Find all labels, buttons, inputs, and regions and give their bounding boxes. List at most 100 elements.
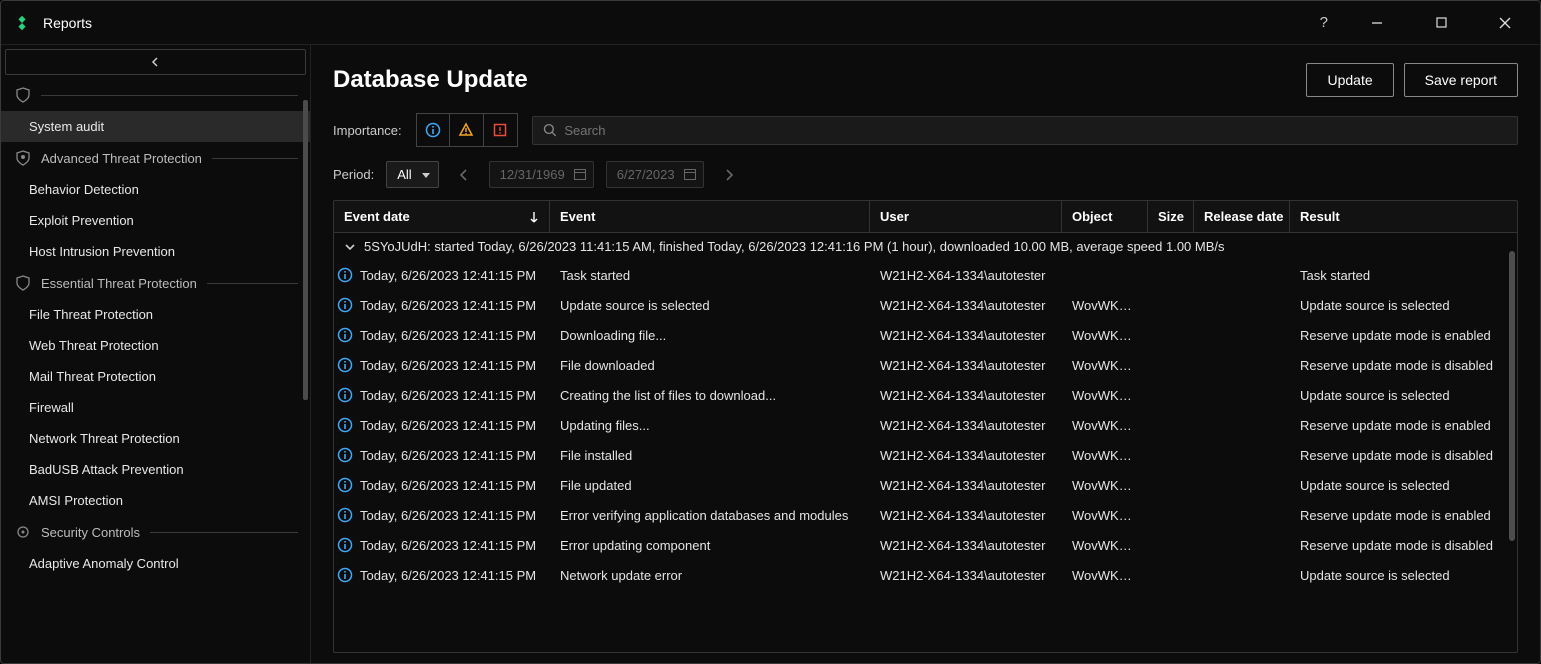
importance-warning-toggle[interactable] bbox=[450, 113, 484, 147]
column-header-release-date[interactable]: Release date bbox=[1194, 201, 1290, 232]
sidebar-collapse-button[interactable] bbox=[5, 49, 306, 75]
cell-object: WovWK7GA bbox=[1062, 380, 1148, 411]
cell-object: WovWK7GA bbox=[1062, 290, 1148, 321]
date-to-value: 6/27/2023 bbox=[617, 167, 675, 182]
info-icon bbox=[334, 267, 356, 283]
sidebar-item[interactable]: Web Threat Protection bbox=[1, 330, 310, 361]
column-header-event-date[interactable]: Event date bbox=[334, 201, 550, 232]
close-button[interactable] bbox=[1482, 8, 1528, 38]
cell-event: File installed bbox=[550, 440, 870, 471]
cell-object: WovWK7GA bbox=[1062, 410, 1148, 441]
period-label: Period: bbox=[333, 167, 374, 182]
info-icon bbox=[334, 417, 356, 433]
sidebar-scrollbar[interactable] bbox=[303, 100, 308, 400]
minimize-button[interactable] bbox=[1354, 8, 1400, 38]
table-row[interactable]: Today, 6/26/2023 12:41:15 PMDownloading … bbox=[334, 320, 1517, 350]
table-row[interactable]: Today, 6/26/2023 12:41:15 PMUpdate sourc… bbox=[334, 290, 1517, 320]
table-row[interactable]: Today, 6/26/2023 12:41:15 PMNetwork upda… bbox=[334, 560, 1517, 590]
importance-critical-toggle[interactable] bbox=[484, 113, 518, 147]
table-row[interactable]: Today, 6/26/2023 12:41:15 PMCreating the… bbox=[334, 380, 1517, 410]
table-row[interactable]: Today, 6/26/2023 12:41:15 PMFile updated… bbox=[334, 470, 1517, 500]
column-header-result[interactable]: Result bbox=[1290, 201, 1517, 232]
section-icon bbox=[15, 524, 31, 540]
cell-user: W21H2-X64-1334\autotester bbox=[870, 560, 1062, 591]
sidebar-item[interactable]: Firewall bbox=[1, 392, 310, 423]
period-prev-button[interactable] bbox=[451, 165, 477, 185]
sidebar-section-header: Essential Threat Protection bbox=[1, 267, 310, 299]
importance-info-toggle[interactable] bbox=[416, 113, 450, 147]
table-scrollbar[interactable] bbox=[1509, 251, 1515, 541]
cell-event: File updated bbox=[550, 470, 870, 501]
table-row[interactable]: Today, 6/26/2023 12:41:15 PMError verify… bbox=[334, 500, 1517, 530]
info-icon bbox=[334, 477, 356, 493]
section-icon bbox=[15, 275, 31, 291]
cell-size bbox=[1148, 507, 1194, 523]
cell-event-date: Today, 6/26/2023 12:41:15 PM bbox=[356, 500, 550, 531]
column-header-user[interactable]: User bbox=[870, 201, 1062, 232]
cell-release bbox=[1194, 567, 1290, 583]
sidebar-item[interactable]: Adaptive Anomaly Control bbox=[1, 548, 310, 579]
cell-release bbox=[1194, 357, 1290, 373]
column-header-event[interactable]: Event bbox=[550, 201, 870, 232]
info-icon bbox=[334, 567, 356, 583]
date-from-input[interactable]: 12/31/1969 bbox=[489, 161, 594, 188]
cell-size bbox=[1148, 417, 1194, 433]
help-button[interactable]: ? bbox=[1312, 10, 1336, 35]
sidebar-section-header bbox=[1, 79, 310, 111]
period-next-button[interactable] bbox=[716, 165, 742, 185]
cell-event-date: Today, 6/26/2023 12:41:15 PM bbox=[356, 260, 550, 291]
divider bbox=[207, 283, 298, 284]
sidebar-item[interactable]: Mail Threat Protection bbox=[1, 361, 310, 392]
info-icon bbox=[334, 327, 356, 343]
group-row[interactable]: 5SYoJUdH: started Today, 6/26/2023 11:41… bbox=[334, 233, 1517, 260]
table-row[interactable]: Today, 6/26/2023 12:41:15 PMFile install… bbox=[334, 440, 1517, 470]
cell-event: File downloaded bbox=[550, 350, 870, 381]
divider bbox=[212, 158, 298, 159]
table-row[interactable]: Today, 6/26/2023 12:41:15 PMUpdating fil… bbox=[334, 410, 1517, 440]
sidebar-item[interactable]: File Threat Protection bbox=[1, 299, 310, 330]
update-button[interactable]: Update bbox=[1306, 63, 1393, 97]
section-label: Essential Threat Protection bbox=[41, 276, 197, 291]
cell-size bbox=[1148, 477, 1194, 493]
cell-release bbox=[1194, 327, 1290, 343]
table-row[interactable]: Today, 6/26/2023 12:41:15 PMError updati… bbox=[334, 530, 1517, 560]
cell-user: W21H2-X64-1334\autotester bbox=[870, 320, 1062, 351]
cell-event: Creating the list of files to download..… bbox=[550, 380, 870, 411]
cell-size bbox=[1148, 267, 1194, 283]
maximize-button[interactable] bbox=[1418, 8, 1464, 38]
section-label: Advanced Threat Protection bbox=[41, 151, 202, 166]
chevron-down-icon bbox=[344, 241, 356, 253]
cell-user: W21H2-X64-1334\autotester bbox=[870, 470, 1062, 501]
period-select[interactable]: All bbox=[386, 161, 438, 188]
section-label: Security Controls bbox=[41, 525, 140, 540]
sidebar-item[interactable]: Host Intrusion Prevention bbox=[1, 236, 310, 267]
date-to-input[interactable]: 6/27/2023 bbox=[606, 161, 704, 188]
cell-event-date: Today, 6/26/2023 12:41:15 PM bbox=[356, 530, 550, 561]
cell-size bbox=[1148, 327, 1194, 343]
sidebar-section-header: Security Controls bbox=[1, 516, 310, 548]
column-header-object[interactable]: Object bbox=[1062, 201, 1148, 232]
sidebar-item[interactable]: Exploit Prevention bbox=[1, 205, 310, 236]
sidebar-item[interactable]: Network Threat Protection bbox=[1, 423, 310, 454]
search-input[interactable] bbox=[564, 123, 1507, 138]
sidebar-item[interactable]: System audit bbox=[1, 111, 310, 142]
cell-object: WovWK7GA bbox=[1062, 530, 1148, 561]
table-row[interactable]: Today, 6/26/2023 12:41:15 PMFile downloa… bbox=[334, 350, 1517, 380]
cell-result: Update source is selected bbox=[1290, 380, 1517, 411]
column-header-size[interactable]: Size bbox=[1148, 201, 1194, 232]
info-icon bbox=[334, 537, 356, 553]
cell-release bbox=[1194, 477, 1290, 493]
cell-object: WovWK7GA bbox=[1062, 470, 1148, 501]
search-input-wrap[interactable] bbox=[532, 116, 1518, 145]
sidebar-item[interactable]: Behavior Detection bbox=[1, 174, 310, 205]
sidebar-item[interactable]: AMSI Protection bbox=[1, 485, 310, 516]
cell-user: W21H2-X64-1334\autotester bbox=[870, 260, 1062, 291]
info-icon bbox=[334, 447, 356, 463]
cell-result: Task started bbox=[1290, 260, 1517, 291]
cell-object bbox=[1062, 267, 1148, 283]
save-report-button[interactable]: Save report bbox=[1404, 63, 1518, 97]
section-icon bbox=[15, 150, 31, 166]
cell-event-date: Today, 6/26/2023 12:41:15 PM bbox=[356, 320, 550, 351]
table-row[interactable]: Today, 6/26/2023 12:41:15 PM Task started… bbox=[334, 260, 1517, 290]
sidebar-item[interactable]: BadUSB Attack Prevention bbox=[1, 454, 310, 485]
